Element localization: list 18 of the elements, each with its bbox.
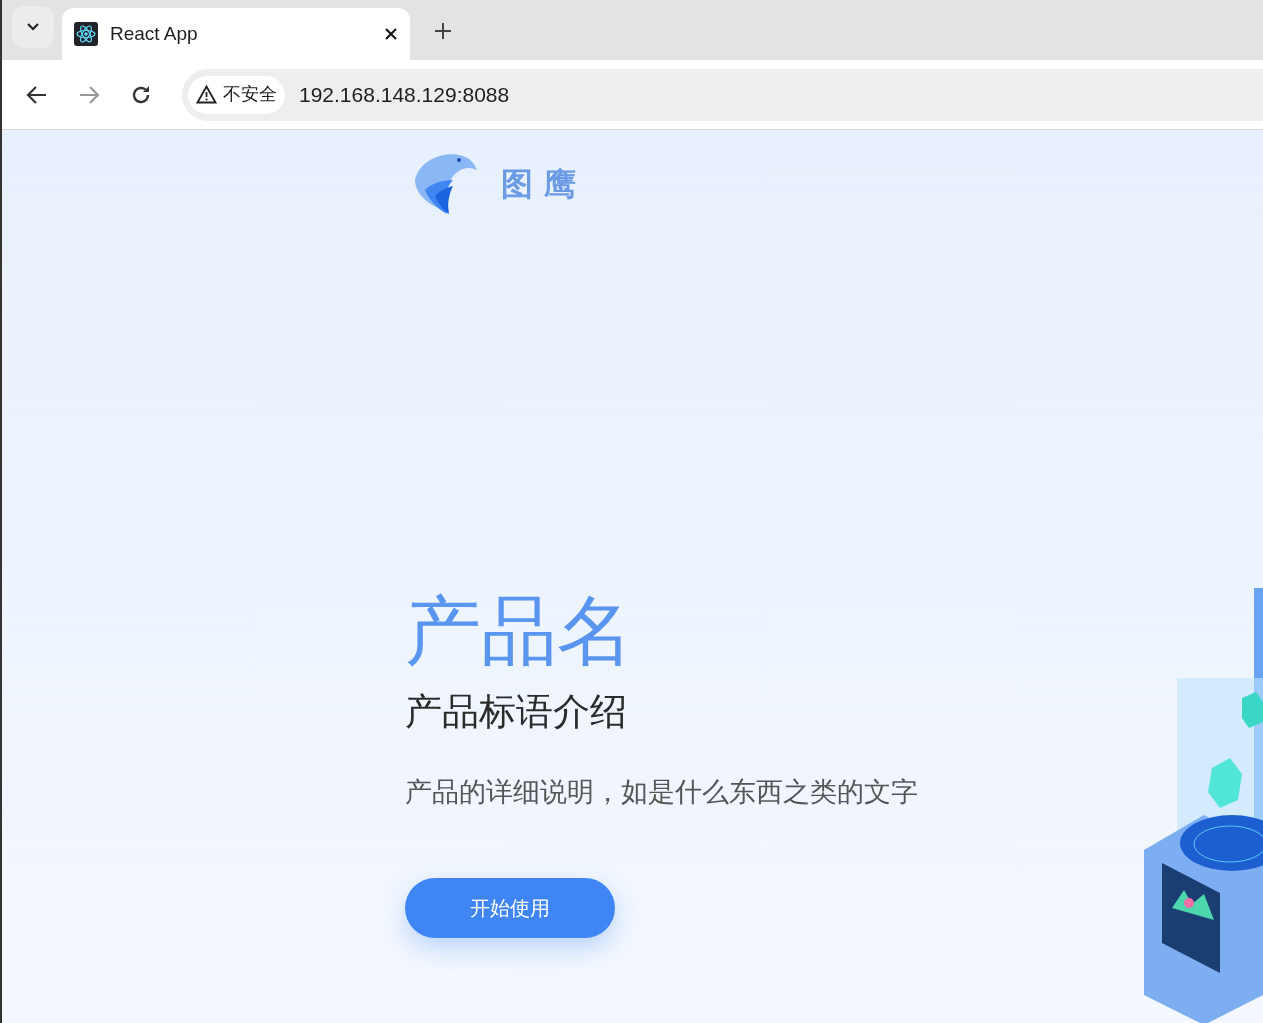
- security-label: 不安全: [223, 83, 277, 106]
- atom-icon: [74, 22, 98, 46]
- product-slogan: 产品标语介绍: [405, 690, 627, 734]
- product-title: 产品名: [405, 587, 633, 675]
- security-chip[interactable]: 不安全: [188, 75, 285, 114]
- get-started-button[interactable]: 开始使用: [405, 878, 615, 938]
- address-bar[interactable]: 不安全 192.168.148.129:8088: [182, 68, 1263, 121]
- forward-arrow-icon[interactable]: [78, 84, 100, 105]
- logo-text: 图 鹰: [501, 164, 577, 205]
- browser-tab[interactable]: React App: [62, 8, 410, 60]
- back-arrow-icon[interactable]: [26, 84, 48, 105]
- new-tab-icon[interactable]: [434, 22, 452, 40]
- warning-icon: [196, 85, 217, 104]
- tab-title: React App: [110, 21, 199, 46]
- close-icon[interactable]: [384, 27, 398, 41]
- url-text: 192.168.148.129:8088: [299, 81, 510, 108]
- product-description: 产品的详细说明，如是什么东西之类的文字: [405, 776, 918, 809]
- chevron-down-icon: [26, 22, 40, 32]
